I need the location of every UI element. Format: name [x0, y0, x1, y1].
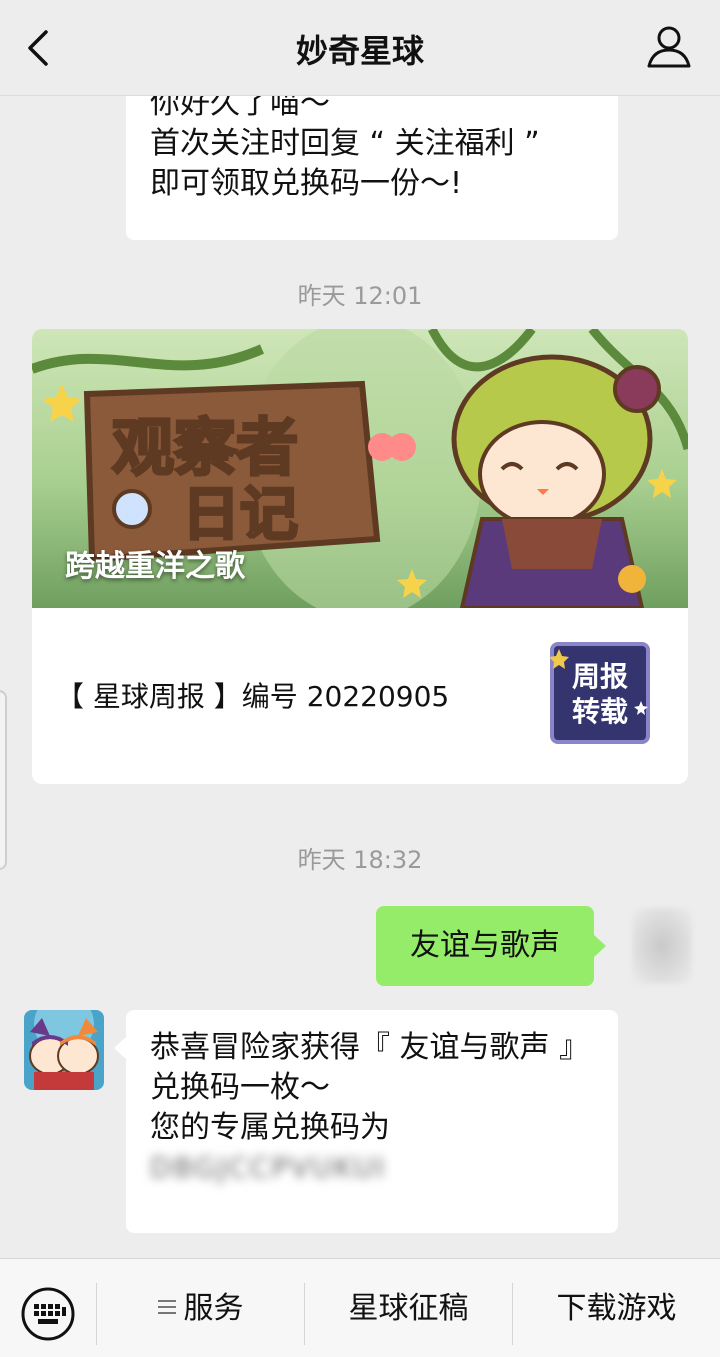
profile-button[interactable]	[646, 24, 692, 70]
timestamp: 昨天 12:01	[297, 282, 423, 310]
cover-logo-text: 观察者	[112, 411, 298, 484]
svg-text:日记: 日记	[182, 480, 298, 548]
article-cover-title: 跨越重洋之歌	[65, 549, 245, 584]
message-bubble[interactable]: 你好久了喵～ 首次关注时回复 “ 关注福利 ” 即可领取兑换码一份～!	[126, 96, 618, 240]
timestamp: 昨天 18:32	[297, 846, 423, 874]
avatar[interactable]	[24, 1010, 104, 1090]
thumb-text: 周报	[572, 660, 628, 693]
article-cover-image: 观察者 日记 跨越重洋之歌	[32, 329, 688, 608]
bottom-menu-bar: 服务 星球征稿 下载游戏	[0, 1258, 720, 1357]
message-line: 你好久了喵～	[150, 96, 330, 121]
chat-area[interactable]: 你好久了喵～ 首次关注时回复 “ 关注福利 ” 即可领取兑换码一份～! 昨天 1…	[0, 96, 720, 1258]
message-line: 首次关注时回复 “ 关注福利 ”	[150, 126, 540, 161]
top-bar: 妙奇星球	[0, 0, 720, 96]
thumb-text: 转载	[572, 695, 628, 728]
redeem-code[interactable]: DBGJCCPVUKUI	[150, 1148, 386, 1188]
keyboard-button[interactable]	[20, 1286, 76, 1342]
person-icon	[647, 26, 691, 68]
page-title: 妙奇星球	[295, 32, 424, 70]
menu-item-download[interactable]: 下载游戏	[513, 1259, 720, 1357]
side-handle[interactable]	[0, 690, 7, 870]
message-line: 即可领取兑换码一份～!	[150, 166, 463, 201]
menu-item-label: 服务	[183, 1291, 244, 1326]
message-line: 兑换码一枚～	[150, 1070, 330, 1105]
message-bubble[interactable]: 恭喜冒险家获得『 友谊与歌声 』 兑换码一枚～ 您的专属兑换码为 DBGJCCP…	[114, 1010, 618, 1233]
article-description: 【 星球周报 】编号 20220905	[56, 680, 450, 713]
menu-item-service[interactable]: 服务	[97, 1259, 304, 1357]
article-thumbnail: 周报 转载	[549, 642, 650, 744]
message-line: 您的专属兑换码为	[150, 1110, 390, 1145]
menu-item-label: 下载游戏	[556, 1291, 677, 1326]
menu-lines-icon	[157, 1299, 176, 1314]
menu-item-label: 星球征稿	[348, 1291, 469, 1326]
outgoing-message-bubble[interactable]: 友谊与歌声	[376, 906, 606, 986]
bot-avatar-image	[24, 1010, 104, 1090]
menu-item-submission[interactable]: 星球征稿	[305, 1259, 512, 1357]
article-card[interactable]: 观察者 日记 跨越重洋之歌 【 星球周报 】编号 20220905 周报 转载	[32, 329, 688, 784]
keyboard-icon	[21, 1287, 75, 1341]
message-line: 恭喜冒险家获得『 友谊与歌声 』	[150, 1030, 590, 1065]
self-avatar[interactable]	[632, 908, 692, 984]
